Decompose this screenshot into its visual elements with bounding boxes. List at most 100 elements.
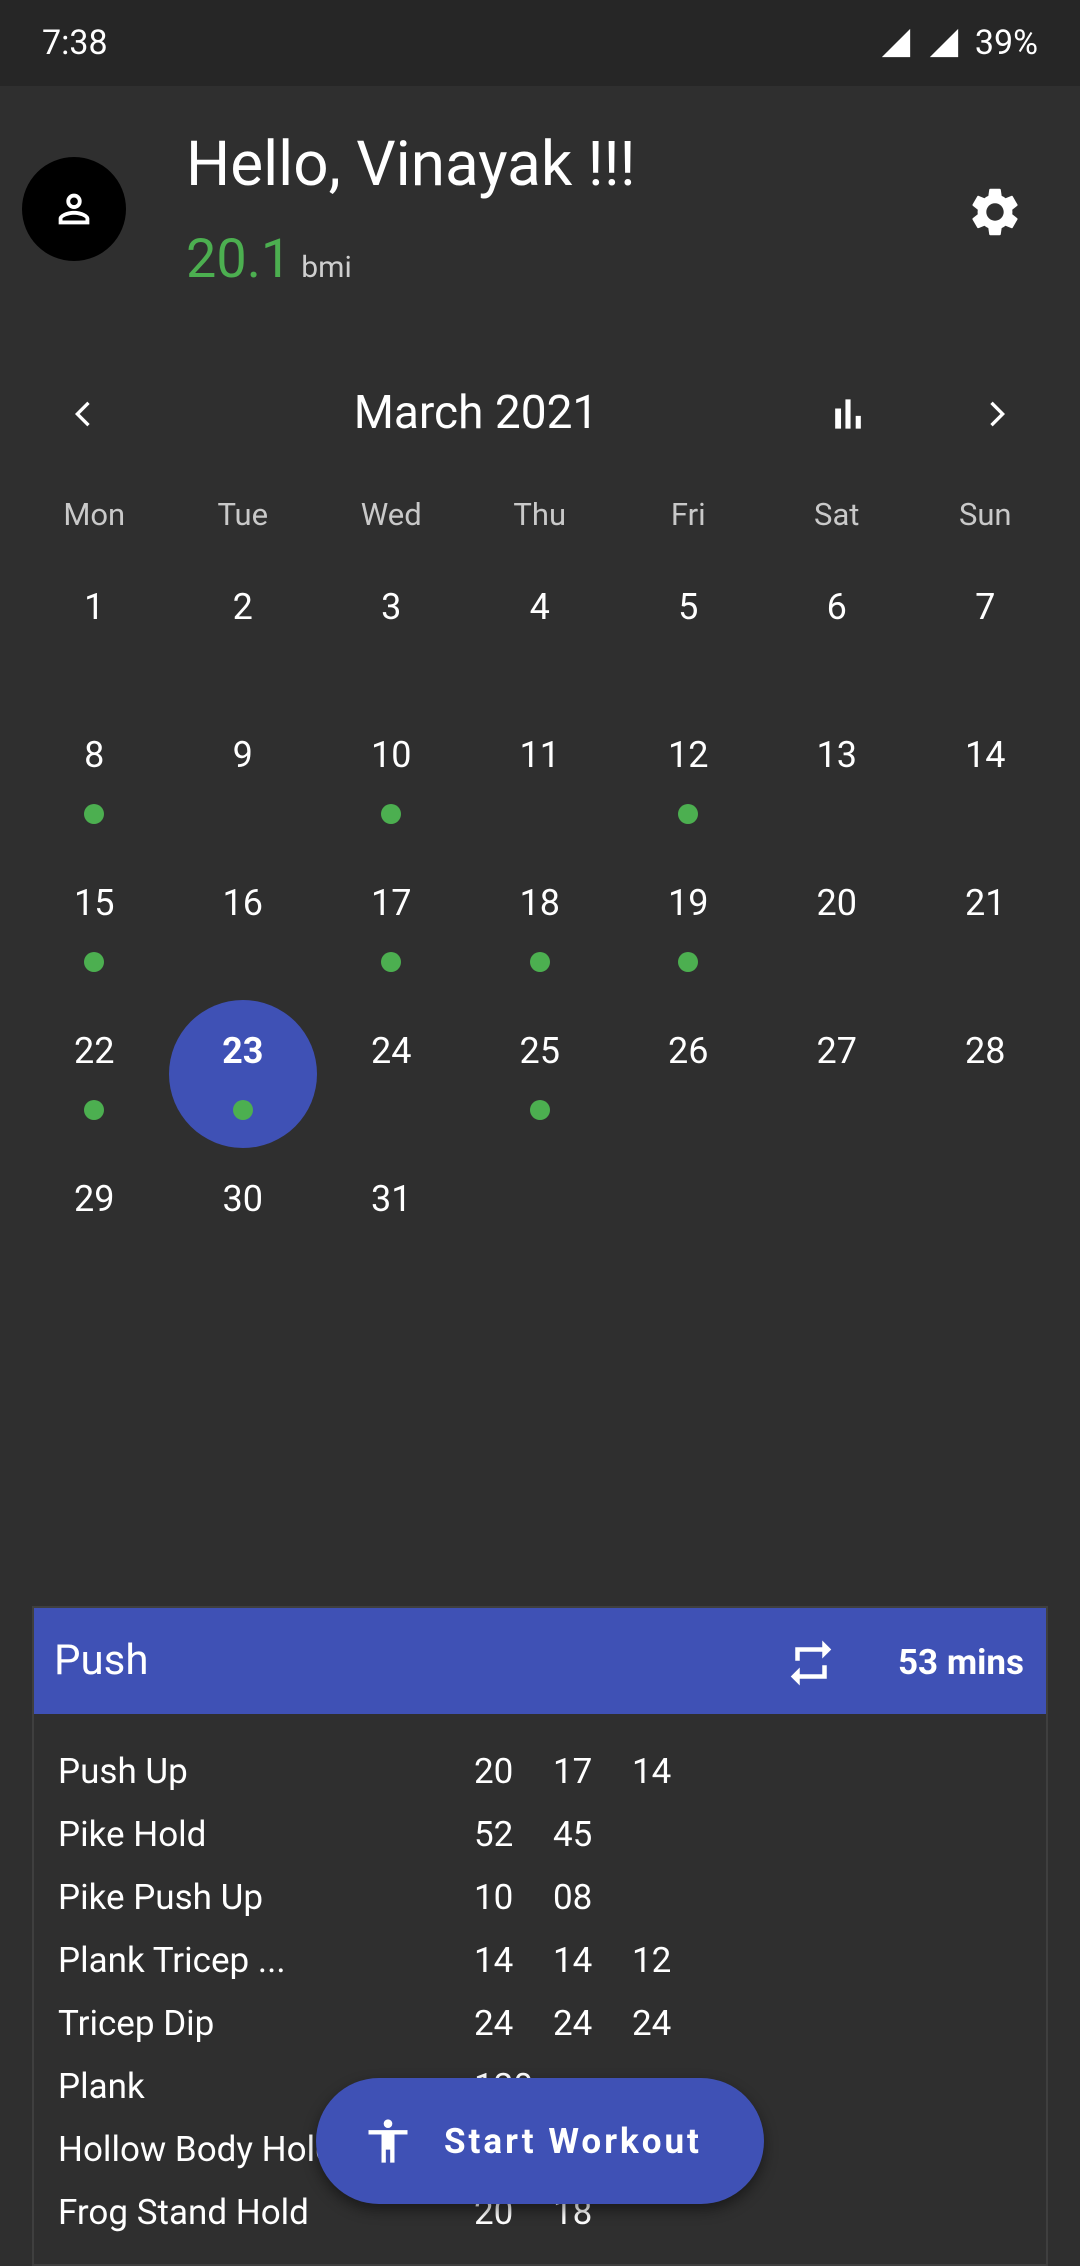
exercise-row: Push Up 20 17 14 bbox=[58, 1740, 1028, 1803]
calendar-day-number: 30 bbox=[222, 1178, 263, 1220]
exercise-row: Plank Tricep ... 14 14 12 bbox=[58, 1929, 1028, 1992]
start-workout-button[interactable]: Start Workout bbox=[316, 2078, 764, 2204]
calendar-day[interactable]: 10 bbox=[317, 684, 466, 832]
person-icon bbox=[58, 193, 90, 225]
exercise-row: Pike Hold 52 45 bbox=[58, 1803, 1028, 1866]
exercise-set-count: 52 bbox=[474, 1814, 514, 1855]
exercise-set-count: 14 bbox=[632, 1751, 672, 1792]
bmi-readout: 20.1 bmi bbox=[186, 228, 352, 291]
start-workout-label: Start Workout bbox=[444, 2120, 702, 2162]
calendar-day[interactable]: 19 bbox=[614, 832, 763, 980]
calendar-day[interactable]: 21 bbox=[911, 832, 1060, 980]
workout-logged-dot bbox=[678, 804, 699, 824]
signal-icon bbox=[881, 28, 911, 58]
calendar-day-number: 17 bbox=[371, 882, 412, 924]
calendar-day-number: 25 bbox=[519, 1030, 560, 1072]
calendar-day[interactable]: 4 bbox=[466, 536, 615, 684]
exercise-set-count: 20 bbox=[474, 1751, 514, 1792]
calendar-day[interactable]: 2 bbox=[169, 536, 318, 684]
calendar-day[interactable]: 23 bbox=[168, 980, 318, 1148]
workout-logged-dot bbox=[381, 952, 402, 972]
calendar-day[interactable]: 27 bbox=[763, 980, 912, 1128]
exercise-set-count: 14 bbox=[474, 1940, 514, 1981]
workout-logged-dot bbox=[84, 1100, 105, 1120]
workout-title: Push bbox=[54, 1636, 149, 1685]
workout-logged-dot bbox=[381, 804, 402, 824]
exercise-name: Push Up bbox=[58, 1751, 188, 1792]
calendar-day[interactable]: 28 bbox=[911, 980, 1060, 1128]
calendar-day-number: 1 bbox=[84, 586, 105, 628]
calendar-day[interactable]: 15 bbox=[20, 832, 169, 980]
calendar-day[interactable]: 16 bbox=[169, 832, 318, 980]
calendar-day-number: 18 bbox=[519, 882, 560, 924]
calendar-day-number: 28 bbox=[965, 1030, 1006, 1072]
greeting-title: Hello, Vinayak !!! bbox=[186, 128, 636, 201]
calendar-day[interactable]: 17 bbox=[317, 832, 466, 980]
workout-logged-dot bbox=[232, 1100, 253, 1120]
calendar-day[interactable]: 13 bbox=[763, 684, 912, 832]
chevron-right-icon[interactable] bbox=[976, 394, 1016, 434]
calendar-day-number: 7 bbox=[975, 586, 996, 628]
calendar-day-number: 29 bbox=[74, 1178, 115, 1220]
workout-card-header: Push 53 mins bbox=[34, 1608, 1046, 1714]
workout-logged-dot bbox=[678, 952, 699, 972]
bmi-value: 20.1 bbox=[186, 228, 292, 291]
weekday-label: Wed bbox=[360, 496, 422, 533]
weekday-label: Tue bbox=[217, 496, 269, 533]
status-bar: 7:38 39% bbox=[0, 0, 1080, 86]
calendar-day-number: 6 bbox=[826, 586, 847, 628]
calendar-day[interactable]: 20 bbox=[763, 832, 912, 980]
calendar-day[interactable]: 24 bbox=[317, 980, 466, 1128]
calendar-day[interactable]: 5 bbox=[614, 536, 763, 684]
calendar-day-number: 8 bbox=[84, 734, 105, 776]
exercise-set-count: 24 bbox=[553, 2003, 593, 2044]
avatar[interactable] bbox=[22, 157, 126, 261]
battery-percent: 39% bbox=[974, 23, 1038, 63]
calendar-day-number: 31 bbox=[371, 1178, 412, 1220]
weekday-header: Mon Tue Wed Thu Fri Sat Sun bbox=[20, 496, 1060, 533]
workout-logged-dot bbox=[529, 1100, 550, 1120]
calendar-day[interactable]: 3 bbox=[317, 536, 466, 684]
calendar-day-number: 9 bbox=[232, 734, 253, 776]
calendar-day[interactable]: 26 bbox=[614, 980, 763, 1128]
calendar-day[interactable]: 11 bbox=[466, 684, 615, 832]
exercise-set-count: 24 bbox=[474, 2003, 514, 2044]
exercise-row: Tricep Dip 24 24 24 bbox=[58, 1992, 1028, 2055]
workout-logged-dot bbox=[84, 952, 105, 972]
calendar-day[interactable]: 7 bbox=[911, 536, 1060, 684]
calendar-day[interactable]: 6 bbox=[763, 536, 912, 684]
workout-logged-dot bbox=[529, 952, 550, 972]
weekday-label: Fri bbox=[670, 496, 706, 533]
calendar-day[interactable]: 30 bbox=[169, 1128, 318, 1276]
calendar-day-number: 10 bbox=[371, 734, 412, 776]
calendar-day-number: 20 bbox=[816, 882, 857, 924]
exercise-set-count: 45 bbox=[553, 1814, 593, 1855]
workout-logged-dot bbox=[84, 804, 105, 824]
calendar-day-number: 23 bbox=[222, 1030, 264, 1072]
calendar-day-number: 24 bbox=[371, 1030, 412, 1072]
exercise-set-count: 14 bbox=[553, 1940, 593, 1981]
calendar-day[interactable]: 14 bbox=[911, 684, 1060, 832]
calendar-day[interactable]: 31 bbox=[317, 1128, 466, 1276]
calendar-day-number: 19 bbox=[668, 882, 709, 924]
workout-duration: 53 mins bbox=[897, 1642, 1024, 1683]
selected-day-highlight bbox=[168, 1000, 317, 1148]
calendar-day-number: 16 bbox=[222, 882, 263, 924]
accessibility-icon bbox=[368, 2119, 408, 2163]
exercise-name: Plank Tricep ... bbox=[58, 1940, 286, 1981]
calendar-day[interactable]: 8 bbox=[20, 684, 169, 832]
calendar-day-number: 22 bbox=[74, 1030, 115, 1072]
signal-icon bbox=[929, 28, 959, 58]
repeat-icon[interactable] bbox=[784, 1636, 838, 1690]
weekday-label: Thu bbox=[513, 496, 567, 533]
calendar-day[interactable]: 22 bbox=[20, 980, 169, 1128]
gear-icon[interactable] bbox=[966, 183, 1024, 241]
calendar-day[interactable]: 29 bbox=[20, 1128, 169, 1276]
bar-chart-icon[interactable] bbox=[826, 392, 870, 436]
calendar-day[interactable]: 9 bbox=[169, 684, 318, 832]
calendar-day[interactable]: 12 bbox=[614, 684, 763, 832]
calendar-day[interactable]: 1 bbox=[20, 536, 169, 684]
calendar-day[interactable]: 18 bbox=[466, 832, 615, 980]
calendar-day-number: 14 bbox=[965, 734, 1006, 776]
calendar-day[interactable]: 25 bbox=[466, 980, 615, 1128]
